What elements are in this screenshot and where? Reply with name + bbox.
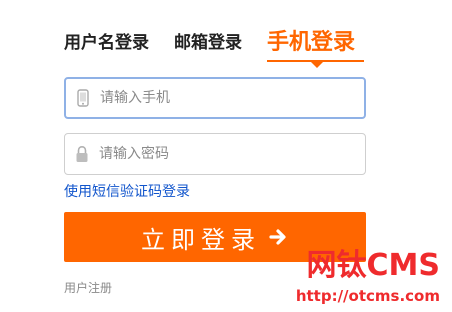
tab-email-login-label: 邮箱登录 [174, 33, 242, 53]
password-field[interactable] [64, 133, 366, 175]
tab-phone-login[interactable]: 手机登录 [267, 25, 364, 65]
active-tab-caret [311, 62, 323, 68]
tab-email-login[interactable]: 邮箱登录 [174, 25, 269, 65]
login-button[interactable]: 立即登录 [64, 212, 366, 262]
phone-input[interactable] [98, 78, 364, 118]
tab-username-login-label: 用户名登录 [64, 33, 149, 53]
password-input[interactable] [97, 133, 365, 175]
tab-phone-login-label: 手机登录 [267, 30, 356, 55]
tab-username-login[interactable]: 用户名登录 [64, 25, 164, 65]
lock-icon [67, 134, 97, 174]
login-tabs: 用户名登录 邮箱登录 手机登录 [64, 25, 374, 68]
sms-code-login-link[interactable]: 使用短信验证码登录 [64, 181, 190, 201]
login-button-label: 立即登录 [141, 225, 261, 254]
mobile-phone-icon [68, 79, 98, 117]
watermark-url: http://otcms.com [295, 287, 440, 305]
phone-field[interactable] [64, 77, 366, 119]
register-link[interactable]: 用户注册 [64, 279, 112, 296]
arrow-right-icon [267, 226, 289, 248]
